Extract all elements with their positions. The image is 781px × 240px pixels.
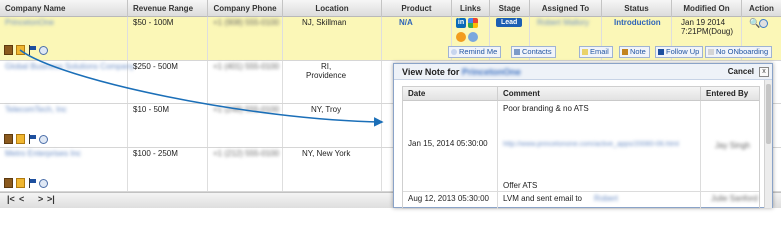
note-author-cell: Jay Singh [701, 101, 759, 192]
linkedin-icon[interactable]: in [456, 18, 466, 28]
col-links[interactable]: Links [452, 0, 490, 17]
notes-col-comment: Comment [498, 87, 701, 101]
location: RI, [321, 62, 332, 71]
company-name-link[interactable]: TelecomTech, Inc [5, 105, 67, 114]
close-icon[interactable]: x [759, 67, 769, 77]
product-link[interactable]: N/A [399, 18, 413, 27]
clock-icon[interactable] [39, 179, 48, 188]
envelope-icon [582, 49, 588, 55]
popup-company: PrincetonOne [461, 67, 521, 77]
flag-icon[interactable] [28, 178, 36, 188]
col-company-phone[interactable]: Company Phone [208, 0, 283, 17]
bell-icon [451, 49, 457, 55]
last-page-button[interactable]: >| [47, 194, 55, 204]
location-city: Providence [306, 71, 347, 80]
location: NY, New York [302, 149, 351, 158]
no-onboarding-button[interactable]: No ONboarding [705, 46, 773, 58]
col-location[interactable]: Location [283, 0, 382, 17]
note-link[interactable]: http://www.princetonone.com/active_apps/… [503, 141, 679, 148]
revenue-range: $10 - 50M [133, 105, 170, 114]
popup-title: View Note for PrincetonOne [402, 67, 521, 77]
company-name-link[interactable]: Global Business Solutions Company [5, 62, 134, 71]
revenue-range: $250 - 500M [133, 62, 178, 71]
location: NJ, Skillman [302, 18, 347, 27]
note-icon[interactable] [16, 45, 25, 55]
book-icon[interactable] [4, 178, 13, 188]
note-comment-offer: Offer ATS [503, 181, 538, 190]
remind-me-button[interactable]: Remind Me [448, 46, 502, 58]
popup-titlebar: View Note for PrincetonOne Cancel x [394, 64, 772, 80]
company-phone: +1 (401) 555-0100 [213, 62, 280, 71]
location: NY, Troy [311, 105, 342, 114]
revenue-range: $50 - 100M [133, 18, 174, 27]
skype-icon[interactable] [456, 32, 466, 42]
note-date: Jan 15, 2014 05:30:00 [408, 139, 488, 148]
note-comment: Poor branding & no ATS [503, 104, 589, 113]
modified-time: 7:21PM(Doug) [681, 27, 734, 36]
note-author-cell: Julie Sanford [701, 192, 759, 209]
col-assigned-to[interactable]: Assigned To [530, 0, 602, 17]
company-name-link[interactable]: Metro Enterprises Inc [5, 149, 81, 158]
notes-col-entered-by: Entered By [701, 87, 759, 101]
chat-icon[interactable] [468, 32, 478, 42]
contacts-icon [514, 49, 520, 55]
note-comment-name: Robert [594, 194, 619, 203]
modified-date: Jan 19 2014 [681, 18, 726, 27]
assigned-to-link[interactable]: Robert Mallory [537, 18, 589, 27]
col-company-name[interactable]: Company Name [0, 0, 128, 17]
note-comment-cell: Poor branding & no ATS http://www.prince… [498, 101, 701, 192]
flag-icon[interactable] [28, 134, 36, 144]
contacts-button[interactable]: Contacts [511, 46, 556, 58]
flag-icon[interactable] [28, 45, 36, 55]
view-note-popup: View Note for PrincetonOne Cancel x Date… [393, 63, 773, 209]
note-button[interactable]: Note [619, 46, 650, 58]
status-link[interactable]: Introduction [614, 18, 661, 27]
next-page-button[interactable]: > [38, 194, 43, 204]
onboarding-icon [708, 49, 714, 55]
col-status[interactable]: Status [602, 0, 672, 17]
clock-icon[interactable] [39, 135, 48, 144]
email-button[interactable]: Email [579, 46, 613, 58]
col-revenue-range[interactable]: Revenue Range [128, 0, 208, 17]
company-phone: +1 (212) 555-0100 [213, 149, 280, 158]
note-icon[interactable] [16, 178, 25, 188]
col-action[interactable]: Action [742, 0, 781, 17]
note-comment: LVM and sent email to [503, 194, 583, 203]
note-author: Jay Singh [715, 141, 751, 150]
book-icon[interactable] [4, 45, 13, 55]
company-name-link[interactable]: PrincetonOne [5, 18, 54, 27]
first-page-button[interactable]: |< [7, 194, 15, 204]
company-phone: +1 (908) 555-0100 [213, 18, 280, 27]
note-date-cell: Jan 15, 2014 05:30:00 [403, 101, 498, 192]
refresh-icon[interactable] [759, 19, 768, 28]
company-phone: +1 (248) 555-0100 [213, 105, 280, 114]
popup-scrollbar[interactable] [764, 80, 772, 208]
stage-badge: Lead [496, 18, 523, 27]
note-date: Aug 12, 2013 05:30:00 [408, 194, 489, 203]
note-date-cell: Aug 12, 2013 05:30:00 [403, 192, 498, 209]
clock-icon[interactable] [39, 46, 48, 55]
note-icon [622, 49, 628, 55]
prev-page-button[interactable]: < [19, 194, 24, 204]
revenue-range: $100 - 250M [133, 149, 178, 158]
notes-col-date: Date [403, 87, 498, 101]
cancel-link[interactable]: Cancel [728, 67, 754, 76]
google-plus-icon[interactable] [468, 18, 478, 28]
follow-up-button[interactable]: Follow Up [655, 46, 704, 58]
note-author: Julie Sanford [711, 194, 758, 203]
note-icon[interactable] [16, 134, 25, 144]
book-icon[interactable] [4, 134, 13, 144]
scrollbar-thumb[interactable] [766, 84, 771, 144]
col-modified-on[interactable]: Modified On [672, 0, 742, 17]
note-comment-cell: LVM and sent email to Robert [498, 192, 701, 209]
col-product[interactable]: Product [382, 0, 452, 17]
notes-table: Date Comment Entered By Jan 15, 2014 05:… [402, 86, 760, 209]
col-stage[interactable]: Stage [490, 0, 530, 17]
grid-header: Company Name Revenue Range Company Phone… [0, 0, 781, 17]
flag-icon [658, 49, 664, 55]
